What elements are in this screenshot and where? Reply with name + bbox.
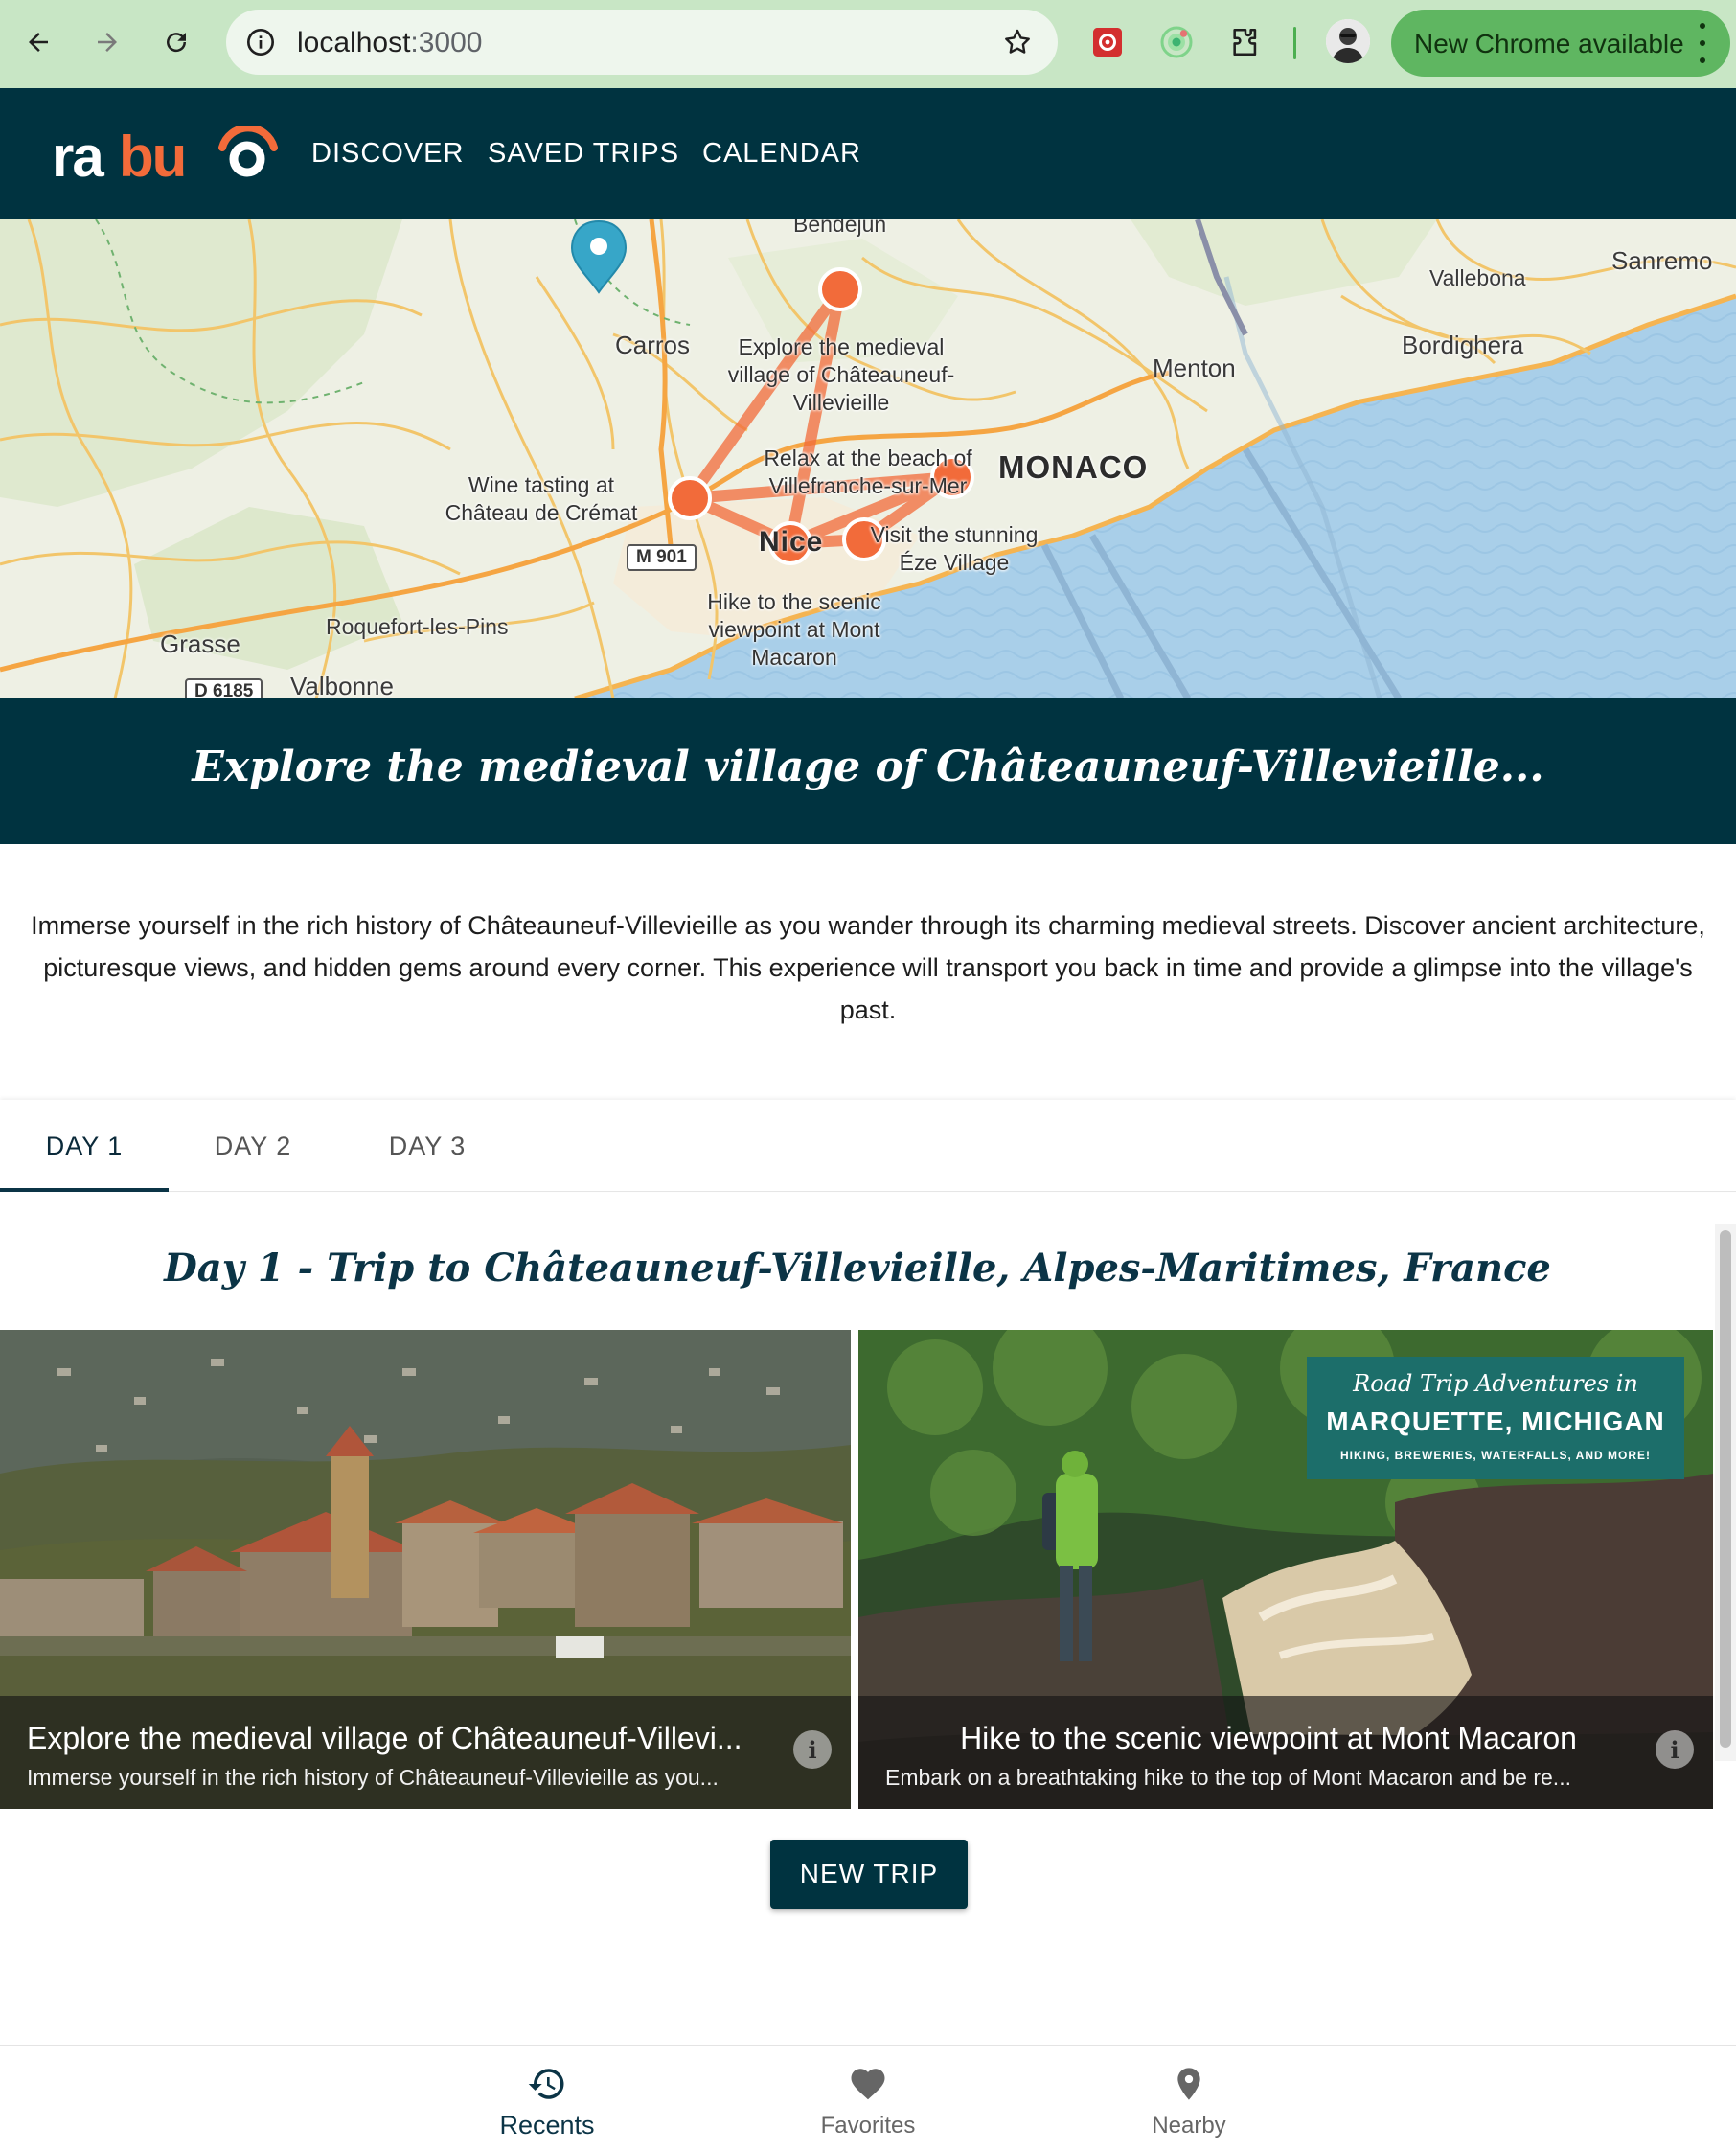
url-port: :3000 — [410, 27, 483, 58]
forward-icon[interactable] — [82, 17, 132, 67]
map-label-chateau-cremat: Wine tasting at Château de Crémat — [445, 472, 638, 525]
toolbar-separator — [1293, 27, 1296, 59]
map-town-nice: Nice — [759, 526, 824, 558]
bottom-nav-recents[interactable]: Recents — [442, 2046, 652, 2150]
promo-line-3: HIKING, BREWERIES, WATERFALLS, AND MORE! — [1340, 1449, 1651, 1462]
map-label-villefranche: Relax at the beach of Villefranche-sur-M… — [764, 446, 972, 498]
history-icon — [526, 2063, 568, 2105]
chrome-update-label: New Chrome available — [1414, 29, 1684, 58]
map-stop-chateauneuf[interactable] — [818, 267, 862, 311]
profile-avatar[interactable] — [1326, 19, 1370, 63]
promo-line-1: Road Trip Adventures in — [1353, 1370, 1638, 1397]
info-icon[interactable]: i — [793, 1730, 832, 1769]
bookmark-star-icon[interactable] — [998, 23, 1037, 61]
map-town-grasse: Grasse — [160, 629, 240, 658]
activity-card[interactable]: Explore the medieval village of Châteaun… — [0, 1330, 851, 1809]
map-town-bendejun: Bendejun — [793, 219, 887, 237]
browser-toolbar: localhost:3000 New Chrome available — [0, 0, 1736, 88]
tab-day-3[interactable]: DAY 3 — [343, 1100, 512, 1192]
map-country-monaco: MONACO — [998, 449, 1149, 485]
bottom-navigation: Recents Favorites Nearby — [0, 2045, 1736, 2150]
active-tab-indicator — [0, 1188, 169, 1192]
svg-text:bu: bu — [119, 126, 185, 184]
info-icon[interactable]: i — [1656, 1730, 1694, 1769]
card-caption: Explore the medieval village of Châteaun… — [0, 1696, 851, 1809]
extensions-puzzle-icon[interactable] — [1224, 21, 1267, 63]
bottom-nav-recents-label: Recents — [499, 2111, 595, 2139]
map-town-carros: Carros — [615, 331, 691, 359]
more-menu-icon[interactable] — [1696, 23, 1709, 63]
extension-red-icon[interactable] — [1086, 21, 1129, 63]
content-scrollbar-thumb[interactable] — [1720, 1230, 1731, 1748]
activity-card[interactable]: Road Trip Adventures in MARQUETTE, MICHI… — [858, 1330, 1713, 1809]
svg-text:ra: ra — [52, 126, 104, 184]
chrome-update-button[interactable]: New Chrome available — [1391, 10, 1730, 77]
site-info-icon[interactable] — [241, 23, 280, 61]
location-pin-icon — [1168, 2063, 1210, 2105]
card-subtitle: Immerse yourself in the rich history of … — [27, 1765, 719, 1790]
map-town-valbonne: Valbonne — [290, 672, 394, 698]
rabuo-logo[interactable]: ra bu — [52, 126, 282, 184]
road-badge-m901: M 901 — [627, 544, 697, 571]
trip-banner: Explore the medieval village of Châteaun… — [0, 698, 1736, 844]
map-town-roquefort: Roquefort-les-Pins — [326, 614, 509, 639]
back-icon[interactable] — [13, 17, 63, 67]
nav-calendar[interactable]: CALENDAR — [702, 138, 861, 170]
trip-banner-title: Explore the medieval village of Châteaun… — [192, 743, 1544, 791]
card-title: Explore the medieval village of Châteaun… — [27, 1721, 742, 1755]
heart-icon — [847, 2063, 889, 2105]
bottom-nav-favorites-label: Favorites — [820, 2113, 916, 2139]
map-town-bordighera: Bordighera — [1402, 331, 1524, 359]
reload-icon[interactable] — [151, 17, 201, 67]
card-subtitle: Embark on a breathtaking hike to the top… — [885, 1765, 1571, 1790]
map-town-menton: Menton — [1153, 354, 1236, 382]
tab-day-2[interactable]: DAY 2 — [169, 1100, 337, 1192]
map-stop-chateau-cremat[interactable] — [668, 476, 712, 520]
new-trip-button[interactable]: NEW TRIP — [770, 1840, 968, 1909]
trip-map[interactable]: Bendejun Carros Sanremo Vallebona Bordig… — [0, 219, 1736, 698]
bottom-nav-favorites[interactable]: Favorites — [763, 2046, 973, 2150]
tab-day-1[interactable]: DAY 1 — [0, 1100, 169, 1192]
card-caption: Hike to the scenic viewpoint at Mont Mac… — [858, 1696, 1713, 1809]
bottom-nav-nearby-label: Nearby — [1152, 2113, 1226, 2139]
map-town-vallebona: Vallebona — [1429, 265, 1526, 290]
bottom-nav-nearby[interactable]: Nearby — [1084, 2046, 1294, 2150]
address-bar[interactable]: localhost:3000 — [226, 10, 1058, 75]
nav-discover[interactable]: DISCOVER — [311, 138, 464, 170]
map-label-eze: Visit the stunning Éze Village — [870, 522, 1039, 575]
url-text: localhost:3000 — [297, 27, 482, 59]
day-title: Day 1 - Trip to Châteauneuf-Villevieille… — [164, 1246, 1551, 1291]
trip-description: Immerse yourself in the rich history of … — [31, 911, 1705, 1024]
extension-green-icon[interactable] — [1155, 21, 1198, 63]
map-label-mont-macaron: Hike to the scenic viewpoint at Mont Mac… — [707, 589, 881, 670]
map-town-sanremo: Sanremo — [1611, 246, 1713, 275]
card-title: Hike to the scenic viewpoint at Mont Mac… — [960, 1721, 1577, 1755]
promo-banner: Road Trip Adventures in MARQUETTE, MICHI… — [1307, 1357, 1684, 1479]
day-tabs: DAY 1 DAY 2 DAY 3 — [0, 1100, 1736, 1192]
url-host: localhost — [297, 27, 411, 58]
nav-saved-trips[interactable]: SAVED TRIPS — [488, 138, 679, 170]
road-badge-d6185: D 6185 — [185, 678, 263, 698]
app-header: ra bu DISCOVER SAVED TRIPS CALENDAR — [0, 88, 1736, 219]
map-label-chateauneuf: Explore the medieval village of Châteaun… — [727, 334, 955, 415]
promo-line-2: MARQUETTE, MICHIGAN — [1326, 1407, 1665, 1436]
